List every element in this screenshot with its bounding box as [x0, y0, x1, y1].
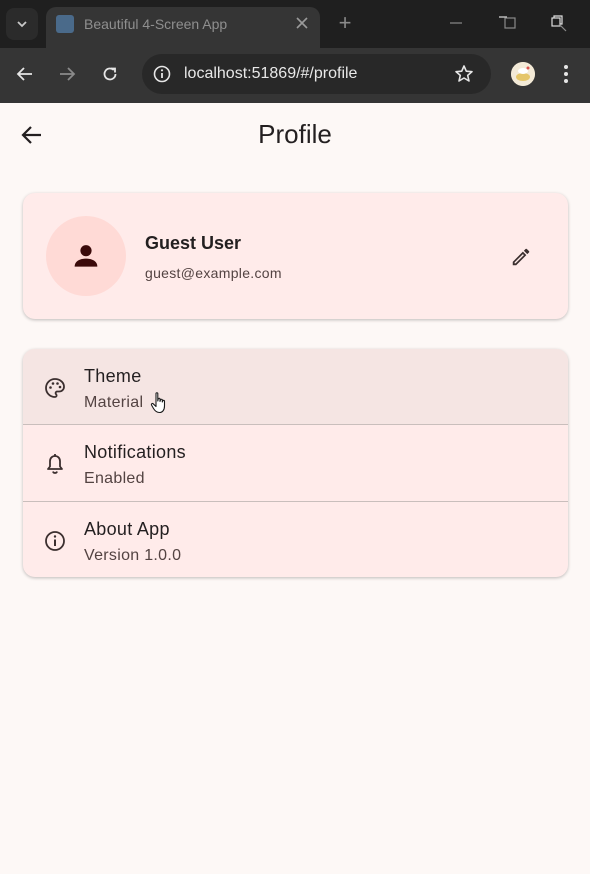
user-email: guest@example.com — [145, 265, 282, 281]
setting-about-app[interactable]: About App Version 1.0.0 — [23, 502, 568, 577]
tab-close-button[interactable] — [292, 13, 312, 33]
address-bar[interactable]: localhost:51869/#/profile — [142, 54, 491, 94]
close-window-button[interactable] — [546, 10, 570, 36]
page-title: Profile — [258, 119, 332, 149]
browser-menu-button[interactable] — [555, 61, 577, 87]
restore-close-icon — [551, 15, 567, 32]
browser-profile-avatar[interactable] — [511, 62, 535, 86]
info-icon — [153, 65, 171, 83]
arrow-left-icon — [16, 67, 32, 81]
minimize-button[interactable] — [444, 10, 468, 36]
reload-button[interactable] — [97, 61, 123, 87]
setting-theme[interactable]: Theme Material — [23, 349, 568, 425]
more-vert-icon — [564, 65, 568, 83]
person-icon — [74, 245, 98, 267]
setting-theme-title: Theme — [84, 366, 142, 386]
maximize-icon — [499, 16, 516, 29]
browser-tab[interactable]: Beautiful 4-Screen App — [46, 7, 320, 48]
profile-avatar-icon — [511, 62, 535, 86]
setting-notifications-value: Enabled — [84, 470, 145, 487]
maximize-button[interactable] — [496, 10, 520, 36]
setting-notifications[interactable]: Notifications Enabled — [23, 425, 568, 501]
tab-search-button[interactable] — [6, 8, 38, 40]
user-name: Guest User — [145, 233, 242, 253]
bell-icon — [41, 450, 69, 478]
avatar — [46, 216, 126, 296]
hand-cursor-icon — [150, 392, 166, 414]
browser-tab-strip: Beautiful 4-Screen App + — [0, 0, 590, 48]
setting-theme-value: Material — [84, 394, 144, 411]
star-icon — [455, 65, 473, 82]
edit-profile-button[interactable] — [507, 243, 535, 271]
arrow-right-icon — [60, 67, 76, 81]
close-icon — [296, 17, 308, 29]
profile-card: Guest User guest@example.com — [23, 193, 568, 319]
new-tab-button[interactable]: + — [332, 10, 358, 36]
browser-toolbar: localhost:51869/#/profile — [0, 48, 590, 103]
url-text: localhost:51869/#/profile — [184, 65, 358, 82]
tab-title: Beautiful 4-Screen App — [84, 16, 228, 32]
bookmark-button[interactable] — [452, 62, 476, 86]
flutter-favicon-icon — [56, 15, 74, 33]
setting-about-title: About App — [84, 519, 170, 539]
info-icon — [41, 527, 69, 555]
minimize-icon — [450, 22, 462, 24]
browser-forward-button[interactable] — [54, 61, 80, 87]
setting-about-value: Version 1.0.0 — [84, 547, 182, 564]
pencil-icon — [512, 248, 530, 266]
browser-back-button[interactable] — [12, 61, 38, 87]
site-info-button[interactable] — [151, 63, 173, 85]
palette-icon — [41, 374, 69, 402]
reload-icon — [103, 67, 117, 81]
settings-list: Theme Material Notifications Enabled Abo… — [23, 349, 568, 577]
setting-notifications-title: Notifications — [84, 442, 186, 462]
app-bar: Profile — [0, 103, 590, 167]
chevron-down-icon — [17, 21, 27, 28]
